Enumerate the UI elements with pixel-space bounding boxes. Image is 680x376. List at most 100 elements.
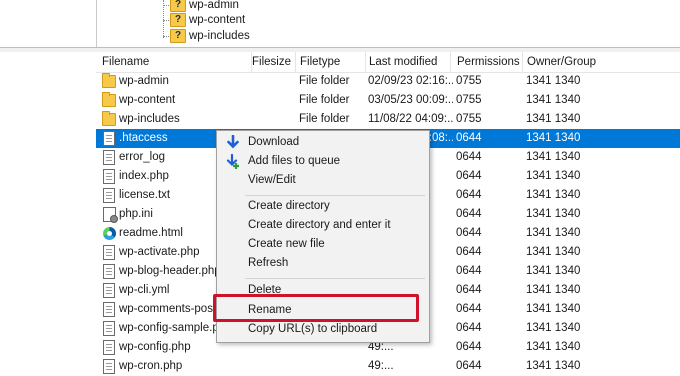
permissions-cell: 0644 [456, 170, 482, 182]
menu-item-create-directory[interactable]: Create directory [217, 197, 429, 216]
tree-item-wp-includes[interactable]: ? wp-includes [163, 28, 250, 44]
file-icon [102, 245, 116, 260]
permissions-cell: 0644 [456, 360, 482, 372]
column-header-last-modified[interactable]: Last modified [363, 52, 451, 72]
menu-item-rename[interactable]: Rename [217, 301, 429, 320]
table-row[interactable]: wp-includes File folder 11/08/22 04:09:...… [96, 110, 680, 129]
directory-tree[interactable]: ? wp-admin ? wp-content ? wp-includes [0, 0, 680, 48]
filename-cell: wp-content [102, 91, 252, 110]
filename-text: license.txt [119, 189, 171, 201]
modified-cell: 02/09/23 02:16:... [368, 75, 453, 87]
permissions-cell: 0644 [456, 303, 482, 315]
tree-item-wp-content[interactable]: ? wp-content [163, 12, 246, 28]
owner-cell: 1341 1340 [526, 208, 581, 220]
file-icon [102, 359, 116, 374]
file-list-header: Filename Filesize Filetype Last modified… [96, 52, 680, 73]
column-header-filesize[interactable]: Filesize [252, 52, 296, 72]
permissions-cell: 0644 [456, 151, 482, 163]
filetype-cell: File folder [299, 113, 350, 125]
filetype-cell: File folder [299, 75, 350, 87]
menu-separator [245, 195, 425, 196]
file-icon [102, 264, 116, 279]
permissions-cell: 0644 [456, 189, 482, 201]
owner-cell: 1341 1340 [526, 284, 581, 296]
owner-cell: 1341 1340 [526, 303, 581, 315]
add-to-queue-icon [225, 153, 241, 169]
column-header-owner-group[interactable]: Owner/Group [521, 52, 601, 72]
owner-cell: 1341 1340 [526, 189, 581, 201]
folder-icon [102, 73, 116, 89]
column-header-permissions[interactable]: Permissions [451, 52, 523, 72]
permissions-cell: 0755 [456, 113, 482, 125]
filename-text: wp-cron.php [119, 360, 183, 372]
file-icon [102, 340, 116, 355]
menu-item-delete[interactable]: Delete [217, 281, 429, 300]
unknown-folder-icon: ? [170, 0, 186, 12]
file-icon [102, 131, 116, 146]
filetype-cell: File folder [299, 94, 350, 106]
menu-item-download[interactable]: Download [217, 133, 429, 152]
filename-text: wp-config-sample.php [119, 322, 232, 334]
permissions-cell: 0755 [456, 75, 482, 87]
owner-cell: 1341 1340 [526, 227, 581, 239]
filename-text: wp-content [119, 94, 176, 106]
modified-cell: 11/08/22 04:09:... [368, 113, 453, 125]
table-row[interactable]: wp-admin File folder 02/09/23 02:16:... 075… [96, 72, 680, 91]
permissions-cell: 0644 [456, 208, 482, 220]
folder-icon [102, 92, 116, 108]
filename-cell: wp-includes [102, 110, 252, 129]
owner-cell: 1341 1340 [526, 75, 581, 87]
filename-text: wp-cli.yml [119, 284, 170, 296]
filename-text: readme.html [119, 227, 183, 239]
filename-text: index.php [119, 170, 169, 182]
tree-item-label: wp-includes [189, 30, 250, 42]
owner-cell: 1341 1340 [526, 151, 581, 163]
owner-cell: 1341 1340 [526, 170, 581, 182]
modified-cell: 03/05/23 00:09:... [368, 94, 453, 106]
filesize-cell [252, 91, 292, 110]
edge-icon [102, 227, 116, 241]
file-icon [102, 283, 116, 298]
filename-text: wp-activate.php [119, 246, 200, 258]
column-header-filetype[interactable]: Filetype [294, 52, 366, 72]
unknown-folder-icon: ? [170, 13, 186, 27]
menu-item-add-to-queue[interactable]: Add files to queue [217, 152, 429, 171]
owner-cell: 1341 1340 [526, 246, 581, 258]
permissions-cell: 0644 [456, 284, 482, 296]
menu-item-refresh[interactable]: Refresh [217, 254, 429, 273]
file-icon [102, 169, 116, 184]
menu-item-copy-url[interactable]: Copy URL(s) to clipboard [217, 320, 429, 339]
filename-text: php.ini [119, 208, 153, 220]
owner-cell: 1341 1340 [526, 94, 581, 106]
table-row[interactable]: wp-cron.php 49:... 0644 1341 1340 [96, 357, 680, 376]
unknown-folder-icon: ? [170, 29, 186, 43]
pane-divider [96, 0, 97, 47]
folder-icon [102, 111, 116, 127]
permissions-cell: 0644 [456, 132, 482, 144]
menu-item-create-directory-enter[interactable]: Create directory and enter it [217, 216, 429, 235]
modified-cell: 49:... [368, 360, 394, 372]
tree-item-label: wp-admin [189, 0, 239, 11]
permissions-cell: 0644 [456, 322, 482, 334]
filename-cell: wp-cron.php [102, 357, 252, 376]
menu-separator [245, 278, 425, 279]
filetype-cell [299, 357, 365, 376]
owner-cell: 1341 1340 [526, 113, 581, 125]
column-header-filename[interactable]: Filename [96, 52, 252, 72]
menu-item-view-edit[interactable]: View/Edit [217, 171, 429, 190]
table-row[interactable]: wp-content File folder 03/05/23 00:09:... 0… [96, 91, 680, 110]
permissions-cell: 0644 [456, 227, 482, 239]
menu-item-create-new-file[interactable]: Create new file [217, 235, 429, 254]
filename-text: wp-includes [119, 113, 180, 125]
owner-cell: 1341 1340 [526, 322, 581, 334]
filesize-cell [252, 357, 292, 376]
filename-text: .htaccess [119, 132, 168, 144]
owner-cell: 1341 1340 [526, 132, 581, 144]
owner-cell: 1341 1340 [526, 360, 581, 372]
tree-item-label: wp-content [189, 14, 246, 26]
download-icon [225, 134, 241, 150]
permissions-cell: 0644 [456, 265, 482, 277]
permissions-cell: 0755 [456, 94, 482, 106]
filesize-cell [252, 72, 292, 91]
filesize-cell [252, 110, 292, 129]
